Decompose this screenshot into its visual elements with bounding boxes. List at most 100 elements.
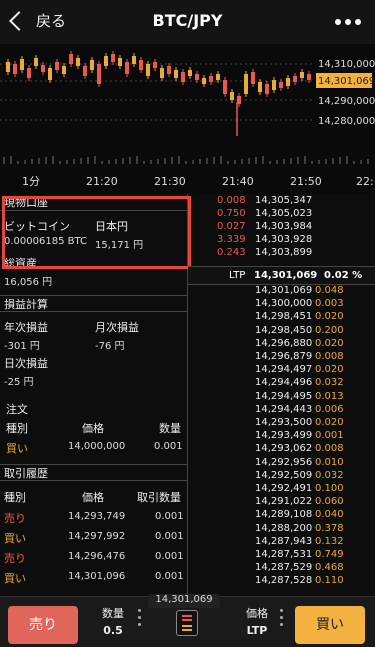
- buy-button[interactable]: 買い: [295, 606, 365, 644]
- ask-price: 14,303,984: [255, 221, 313, 232]
- candle: [265, 84, 269, 94]
- orderbook-toggle-icon[interactable]: [176, 610, 198, 636]
- order-header-qty: 数量: [159, 422, 181, 435]
- bid-price: 14,291,022: [255, 496, 313, 508]
- price-value[interactable]: LTP: [240, 624, 274, 637]
- bid-row[interactable]: 14,287,531 0.749: [188, 549, 375, 562]
- price-label: 価格: [246, 607, 268, 620]
- candle: [230, 92, 234, 100]
- bid-row[interactable]: 14,292,956 0.010: [188, 457, 375, 470]
- bid-row[interactable]: 14,294,497 0.020: [188, 364, 375, 377]
- bid-qty: 0.010: [315, 456, 344, 468]
- price-label-1: 14,310,000: [318, 59, 375, 70]
- candle: [48, 68, 52, 80]
- bid-qty: 0.020: [315, 337, 344, 349]
- bid-row[interactable]: 14,294,495 0.013: [188, 391, 375, 404]
- bid-row[interactable]: 14,293,062 0.008: [188, 443, 375, 456]
- bid-price: 14,292,491: [255, 483, 313, 494]
- price-chart[interactable]: 14,310,000 14,301,069 14,290,000 14,280,…: [0, 44, 375, 194]
- ask-row[interactable]: 0.008 14,305,347: [188, 195, 375, 208]
- qty-stepper-icon[interactable]: [138, 609, 141, 626]
- ask-row[interactable]: 0.750 14,305,023: [188, 208, 375, 221]
- time-label-interval[interactable]: 1分: [22, 175, 40, 188]
- bid-price: 14,293,500: [255, 417, 313, 428]
- history-price: 14,301,096: [68, 571, 126, 582]
- candle: [76, 58, 80, 66]
- bid-qty: 0.110: [315, 575, 344, 587]
- history-price: 14,293,749: [68, 511, 126, 522]
- bid-row[interactable]: 14,291,022 0.060: [188, 496, 375, 509]
- bid-price: 14,289,108: [255, 509, 313, 521]
- candle: [20, 59, 24, 70]
- bid-qty: 0.020: [315, 311, 344, 323]
- candle: [258, 82, 262, 92]
- history-qty: 0.001: [155, 571, 184, 582]
- bid-row[interactable]: 14,289,108 0.040: [188, 509, 375, 522]
- candle: [286, 78, 290, 86]
- bid-row[interactable]: 14,293,499 0.001: [188, 430, 375, 443]
- sell-button[interactable]: 売り: [8, 606, 78, 644]
- bid-row[interactable]: 14,287,528 0.110: [188, 575, 375, 588]
- more-menu-icon[interactable]: [335, 19, 361, 25]
- bid-price: 14,296,880: [255, 337, 313, 349]
- bid-row[interactable]: 14,292,491 0.100: [188, 483, 375, 496]
- bid-row[interactable]: 14,287,943 0.132: [188, 536, 375, 549]
- bid-price: 14,294,497: [255, 364, 313, 376]
- bid-qty: 0.060: [315, 496, 344, 508]
- bid-price: 14,287,528: [255, 575, 313, 587]
- bid-price: 14,292,956: [255, 456, 313, 468]
- order-type[interactable]: 買い: [6, 440, 28, 456]
- bid-qty: 0.378: [315, 522, 344, 534]
- year-pnl-label: 年次損益: [4, 321, 48, 334]
- bid-qty: 0.100: [315, 483, 344, 494]
- qty-label: 数量: [102, 607, 124, 620]
- candle: [125, 62, 129, 74]
- bid-qty: 0.040: [315, 509, 344, 521]
- ltp-label: LTP: [229, 270, 246, 281]
- bid-row[interactable]: 14,298,451 0.020: [188, 311, 375, 324]
- bid-price: 14,300,000: [255, 298, 313, 310]
- candle: [118, 58, 122, 66]
- bid-price: 14,296,879: [255, 351, 313, 362]
- ask-row[interactable]: 3.339 14,303,928: [188, 234, 375, 247]
- time-label: 21:50: [290, 175, 322, 188]
- time-label: 22:: [356, 175, 374, 188]
- bid-qty: 0.006: [315, 403, 344, 415]
- bid-qty: 0.001: [315, 430, 344, 442]
- candlestick-chart: 14,310,000 14,301,069 14,290,000 14,280,…: [0, 51, 375, 188]
- candle: [41, 65, 45, 72]
- bid-row[interactable]: 14,293,500 0.020: [188, 417, 375, 430]
- bid-price: 14,298,450: [255, 324, 313, 336]
- bid-row[interactable]: 14,288,200 0.378: [188, 523, 375, 536]
- bid-price: 14,294,495: [255, 390, 313, 402]
- price-stepper-icon[interactable]: [280, 609, 283, 626]
- bid-row[interactable]: 14,287,529 0.468: [188, 562, 375, 575]
- history-price: 14,296,476: [68, 551, 126, 562]
- bid-row[interactable]: 14,300,000 0.003: [188, 298, 375, 311]
- candle: [223, 80, 227, 94]
- bid-row[interactable]: 14,296,879 0.008: [188, 351, 375, 364]
- bid-row[interactable]: 14,301,069 0.048: [188, 285, 375, 298]
- bid-row[interactable]: 14,298,450 0.200: [188, 325, 375, 338]
- year-pnl-value: -301 円: [4, 341, 40, 352]
- history-header-qty: 取引数量: [137, 491, 181, 504]
- order-price[interactable]: 14,000,000: [68, 441, 125, 452]
- history-type: 買い: [4, 532, 26, 545]
- order-qty[interactable]: 0.001: [154, 441, 183, 452]
- bid-qty: 0.749: [315, 549, 344, 560]
- ask-row[interactable]: 0.243 14,303,899: [188, 247, 375, 260]
- total-value: 16,056 円: [4, 277, 53, 288]
- history-type: 買い: [4, 572, 26, 585]
- ask-row[interactable]: 0.027 14,303,984: [188, 221, 375, 234]
- price-label-current: 14,301,069: [318, 76, 375, 87]
- candle: [272, 80, 276, 90]
- qty-value[interactable]: 0.5: [96, 624, 130, 637]
- candle: [139, 60, 143, 70]
- bid-price: 14,287,531: [255, 549, 313, 560]
- bid-row[interactable]: 14,294,443 0.006: [188, 404, 375, 417]
- bid-row[interactable]: 14,296,880 0.020: [188, 338, 375, 351]
- bid-row[interactable]: 14,292,509 0.032: [188, 470, 375, 483]
- ask-qty: 0.750: [217, 208, 246, 219]
- bid-price: 14,294,496: [255, 377, 313, 389]
- bid-row[interactable]: 14,294,496 0.032: [188, 377, 375, 390]
